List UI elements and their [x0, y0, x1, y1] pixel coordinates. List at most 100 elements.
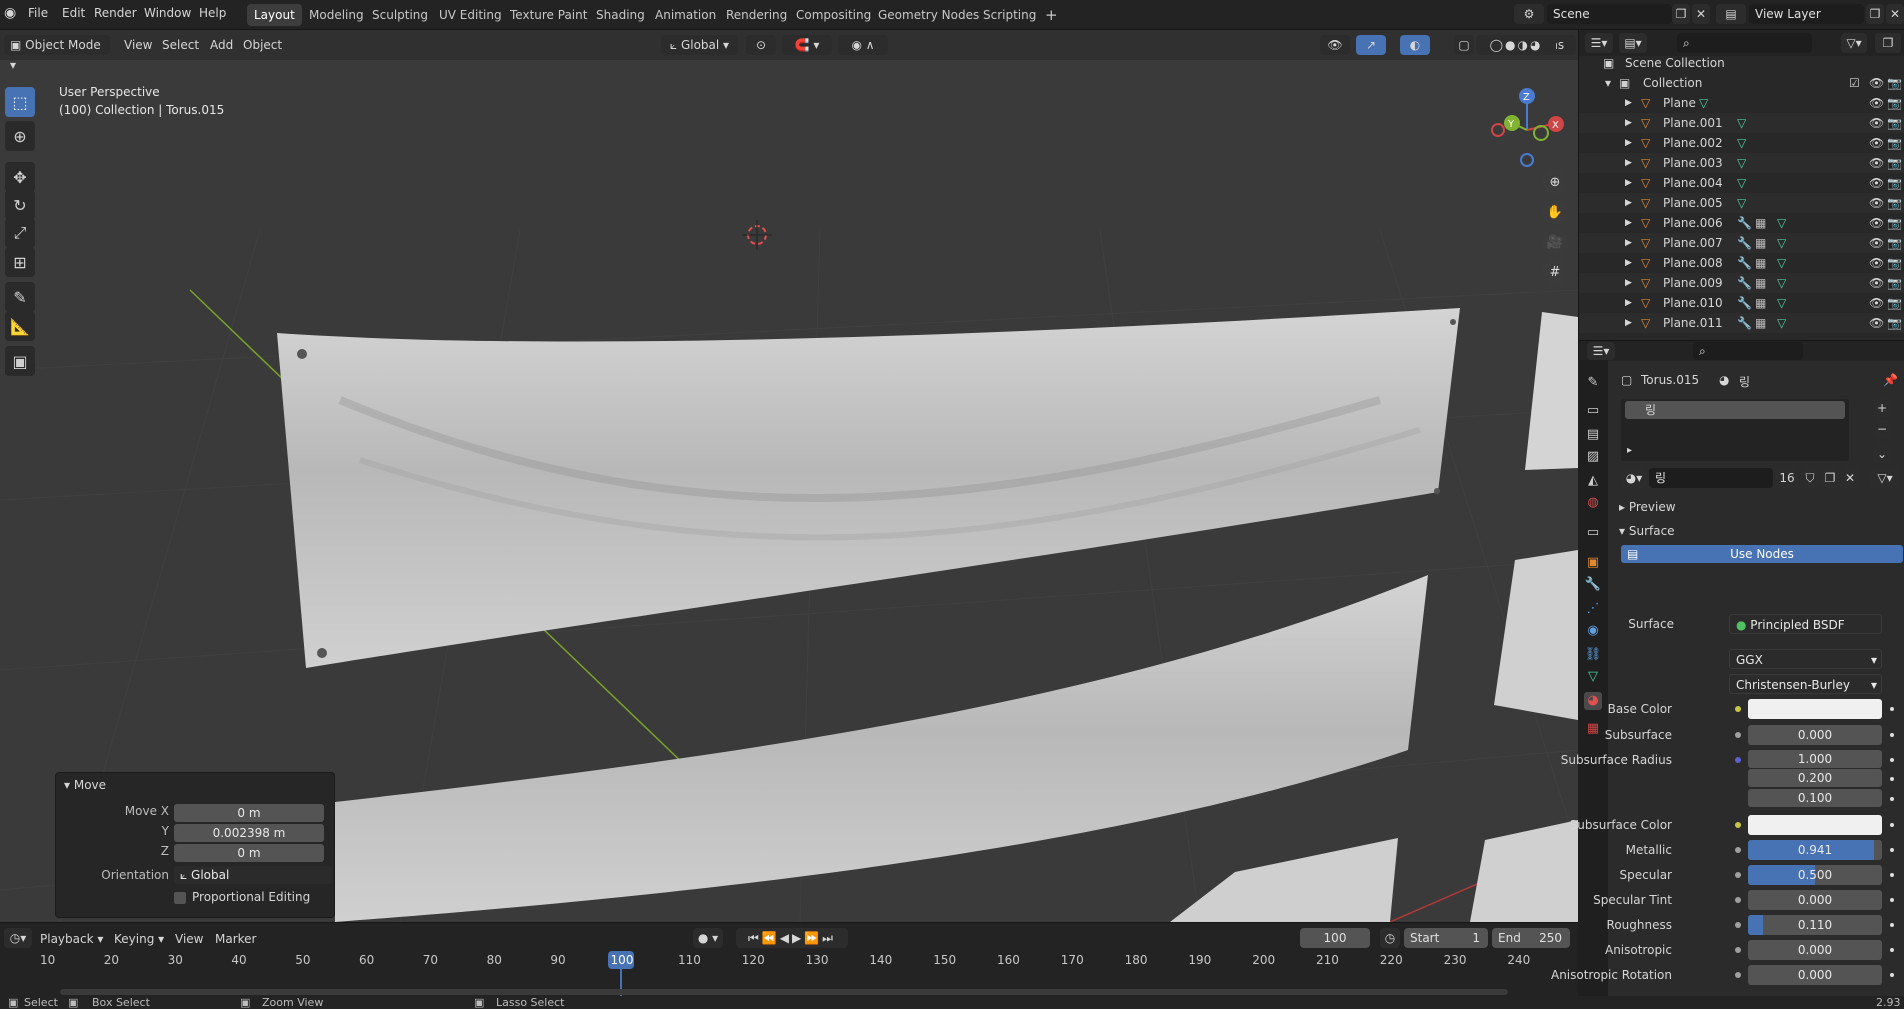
- eye-icon[interactable]: 👁: [1869, 213, 1884, 233]
- delete-scene-icon[interactable]: ✕: [1692, 4, 1710, 24]
- menu-edit[interactable]: Edit: [62, 6, 85, 20]
- material-tab-icon[interactable]: ◕: [1584, 692, 1602, 710]
- tool-tab-icon[interactable]: ✎: [1584, 374, 1602, 392]
- value-field[interactable]: 0.500: [1748, 865, 1882, 885]
- value-field[interactable]: 0.000: [1748, 965, 1882, 985]
- viewport-menu-add[interactable]: Add: [210, 38, 233, 52]
- end-frame-field[interactable]: End 250: [1492, 928, 1570, 948]
- distribution-dropdown[interactable]: GGX ▾: [1729, 649, 1882, 669]
- menu-file[interactable]: File: [28, 6, 48, 20]
- link-type-icon[interactable]: ▽▾: [1869, 468, 1901, 488]
- new-scene-icon[interactable]: ❐: [1672, 4, 1690, 24]
- socket-icon[interactable]: [1735, 972, 1741, 978]
- socket-icon[interactable]: [1735, 757, 1741, 763]
- collection-tab-icon[interactable]: ▭: [1584, 524, 1602, 542]
- view-layer-field[interactable]: View Layer: [1749, 4, 1864, 24]
- camera-icon[interactable]: 📷: [1887, 113, 1902, 133]
- scale-tool-icon[interactable]: ⤢: [5, 218, 35, 248]
- blender-logo-icon[interactable]: ◉: [4, 5, 16, 21]
- remove-slot-icon[interactable]: −: [1873, 420, 1891, 438]
- outliner-editor-type-icon[interactable]: ☰▾: [1585, 33, 1613, 53]
- camera-icon[interactable]: 📷: [1887, 253, 1902, 273]
- proportional-checkbox[interactable]: [174, 892, 186, 904]
- tab-uv-editing[interactable]: UV Editing: [432, 4, 509, 26]
- expand-arrow-icon[interactable]: ▶: [1625, 193, 1632, 213]
- perspective-grid-icon[interactable]: #: [1542, 259, 1568, 285]
- camera-icon[interactable]: 📷: [1887, 93, 1902, 113]
- scene-selector-icon[interactable]: ⚙: [1514, 4, 1544, 24]
- 3d-viewport[interactable]: Z X Y ▣ Object Mode ▾ View Select Add Ob…: [0, 30, 1578, 922]
- scene-field[interactable]: Scene: [1547, 4, 1672, 24]
- value-field[interactable]: 0.941: [1748, 840, 1882, 860]
- outliner-item[interactable]: ▶ ▽ Plane.008 🔧 ▦ ▽ 👁 📷: [1579, 253, 1904, 273]
- tab-texture-paint[interactable]: Texture Paint: [503, 4, 594, 26]
- browse-material-icon[interactable]: ◕▾: [1621, 468, 1647, 488]
- outliner-item[interactable]: ▶ ▽ Plane.011 🔧 ▦ ▽ 👁 📷: [1579, 313, 1904, 333]
- keyframe-dot-icon[interactable]: [1890, 873, 1894, 877]
- pin-icon[interactable]: 📌: [1883, 373, 1898, 387]
- checkbox-icon[interactable]: ☑: [1849, 73, 1860, 93]
- measure-tool-icon[interactable]: 📐: [5, 311, 35, 341]
- physics-tab-icon[interactable]: ◉: [1584, 622, 1602, 640]
- socket-icon[interactable]: [1735, 847, 1741, 853]
- value-field[interactable]: 0.200: [1748, 769, 1882, 787]
- current-frame-field[interactable]: 100: [1300, 928, 1370, 948]
- viewport-menu-select[interactable]: Select: [162, 38, 199, 52]
- surface-shader-field[interactable]: ● Principled BSDF: [1729, 614, 1882, 634]
- outliner-item[interactable]: ▶ ▽ Plane.004 ▽ 👁 📷: [1579, 173, 1904, 193]
- socket-icon[interactable]: [1735, 706, 1741, 712]
- surface-panel-header[interactable]: ▾ Surface: [1619, 521, 1904, 541]
- modifier-tab-icon[interactable]: 🔧: [1584, 576, 1602, 594]
- render-tab-icon[interactable]: ▭: [1584, 402, 1602, 420]
- annotate-tool-icon[interactable]: ✎: [5, 282, 35, 312]
- viewport-menu-object[interactable]: Object: [243, 38, 282, 52]
- outliner-search-input[interactable]: ⌕: [1677, 33, 1812, 53]
- eye-icon[interactable]: 👁: [1869, 193, 1884, 213]
- value-field[interactable]: 0.100: [1748, 789, 1882, 807]
- socket-icon[interactable]: [1735, 732, 1741, 738]
- delete-view-layer-icon[interactable]: ✕: [1886, 4, 1904, 24]
- banner-right-top[interactable]: [1525, 312, 1578, 470]
- eye-icon[interactable]: 👁: [1869, 133, 1884, 153]
- expand-arrow-icon[interactable]: ▶: [1625, 313, 1632, 333]
- new-collection-icon[interactable]: ❐: [1875, 33, 1901, 53]
- menu-render[interactable]: Render: [94, 6, 137, 20]
- eye-icon[interactable]: 👁: [1869, 293, 1884, 313]
- outliner-item[interactable]: ▶ ▽ Plane.007 🔧 ▦ ▽ 👁 📷: [1579, 233, 1904, 253]
- keyframe-dot-icon[interactable]: [1890, 823, 1894, 827]
- select-tool-icon[interactable]: ⬚: [5, 87, 35, 117]
- world-tab-icon[interactable]: ◍: [1584, 494, 1602, 512]
- display-mode-icon[interactable]: ▤▾: [1619, 33, 1647, 53]
- camera-icon[interactable]: 📷: [1887, 313, 1902, 333]
- eye-icon[interactable]: 👁: [1869, 93, 1884, 113]
- object-name[interactable]: Torus.015: [1641, 373, 1699, 387]
- proportional-edit-icon[interactable]: ◉ ∧: [838, 35, 888, 55]
- add-slot-icon[interactable]: +: [1873, 399, 1891, 417]
- timeline-scrollbar[interactable]: [60, 989, 1508, 995]
- timeline-menu-keying[interactable]: Keying ▾: [114, 932, 164, 946]
- outliner-item[interactable]: ▶ ▽ Plane.010 🔧 ▦ ▽ 👁 📷: [1579, 293, 1904, 313]
- banner-right-bottom[interactable]: [1470, 820, 1578, 922]
- tab-modeling[interactable]: Modeling: [302, 4, 371, 26]
- view-layer-tab-icon[interactable]: ▨: [1584, 448, 1602, 466]
- eye-icon[interactable]: 👁: [1869, 153, 1884, 173]
- keyframe-dot-icon[interactable]: [1890, 797, 1894, 801]
- filter-icon[interactable]: ▽▾: [1841, 33, 1867, 53]
- start-frame-field[interactable]: Start 1: [1404, 928, 1488, 948]
- tab-geometry-nodes[interactable]: Geometry Nodes: [871, 4, 986, 26]
- eye-icon[interactable]: 👁: [1869, 273, 1884, 293]
- pan-hand-icon[interactable]: ✋: [1542, 199, 1568, 225]
- outliner-item[interactable]: ▶ ▽ Plane ▽ 👁 📷: [1579, 93, 1904, 113]
- output-tab-icon[interactable]: ▤: [1584, 426, 1602, 444]
- add-workspace-button[interactable]: +: [1038, 4, 1065, 26]
- data-tab-icon[interactable]: ▽: [1584, 668, 1602, 686]
- navigation-gizmo[interactable]: Z X Y: [1491, 88, 1564, 167]
- camera-icon[interactable]: 📷: [1887, 173, 1902, 193]
- material-slot-list[interactable]: 링 ▸: [1621, 399, 1849, 461]
- fake-user-icon[interactable]: ⛉: [1801, 468, 1819, 488]
- expand-arrow-icon[interactable]: ▶: [1625, 293, 1632, 313]
- expand-arrow-icon[interactable]: ▶: [1625, 213, 1632, 233]
- subsurface-method-dropdown[interactable]: Christensen-Burley ▾: [1729, 674, 1882, 694]
- keyframe-dot-icon[interactable]: [1890, 923, 1894, 927]
- value-field[interactable]: 0.000: [1748, 890, 1882, 910]
